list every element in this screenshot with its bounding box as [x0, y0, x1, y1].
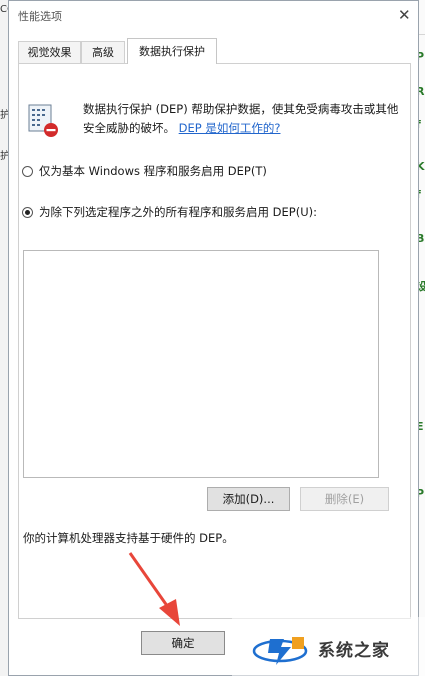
add-button[interactable]: 添加(D)...: [207, 487, 290, 511]
close-icon[interactable]: ✕: [398, 6, 411, 24]
ok-button[interactable]: 确定: [141, 631, 225, 655]
watermark-text: 系统之家: [318, 641, 390, 661]
option-all-except-selected[interactable]: 为除下列选定程序之外的所有程序和服务启用 DEP(U):: [22, 204, 317, 220]
how-dep-works-link[interactable]: DEP 是如何工作的?: [179, 121, 281, 135]
radio-button[interactable]: [22, 165, 33, 177]
excluded-programs-list[interactable]: [23, 250, 379, 478]
tab-advanced[interactable]: 高级: [81, 41, 125, 63]
tab-visual-effects[interactable]: 视觉效果: [18, 41, 81, 63]
dep-shield-icon: [28, 104, 58, 137]
option-label: 为除下列选定程序之外的所有程序和服务启用 DEP(U):: [39, 205, 317, 219]
dialog-title: 性能选项: [18, 10, 62, 23]
remove-button[interactable]: 删除(E): [300, 487, 389, 511]
radio-button-selected[interactable]: [22, 206, 33, 218]
option-essential-only[interactable]: 仅为基本 Windows 程序和服务启用 DEP(T): [22, 163, 267, 179]
tab-data-execution-prevention[interactable]: 数据执行保护: [127, 38, 217, 64]
hardware-dep-note: 你的计算机处理器支持基于硬件的 DEP。: [23, 531, 234, 545]
dep-description: 数据执行保护 (DEP) 帮助保护数据，使其免受病毒攻击或其他安全威胁的破坏。 …: [83, 100, 403, 138]
option-label: 仅为基本 Windows 程序和服务启用 DEP(T): [39, 164, 267, 178]
